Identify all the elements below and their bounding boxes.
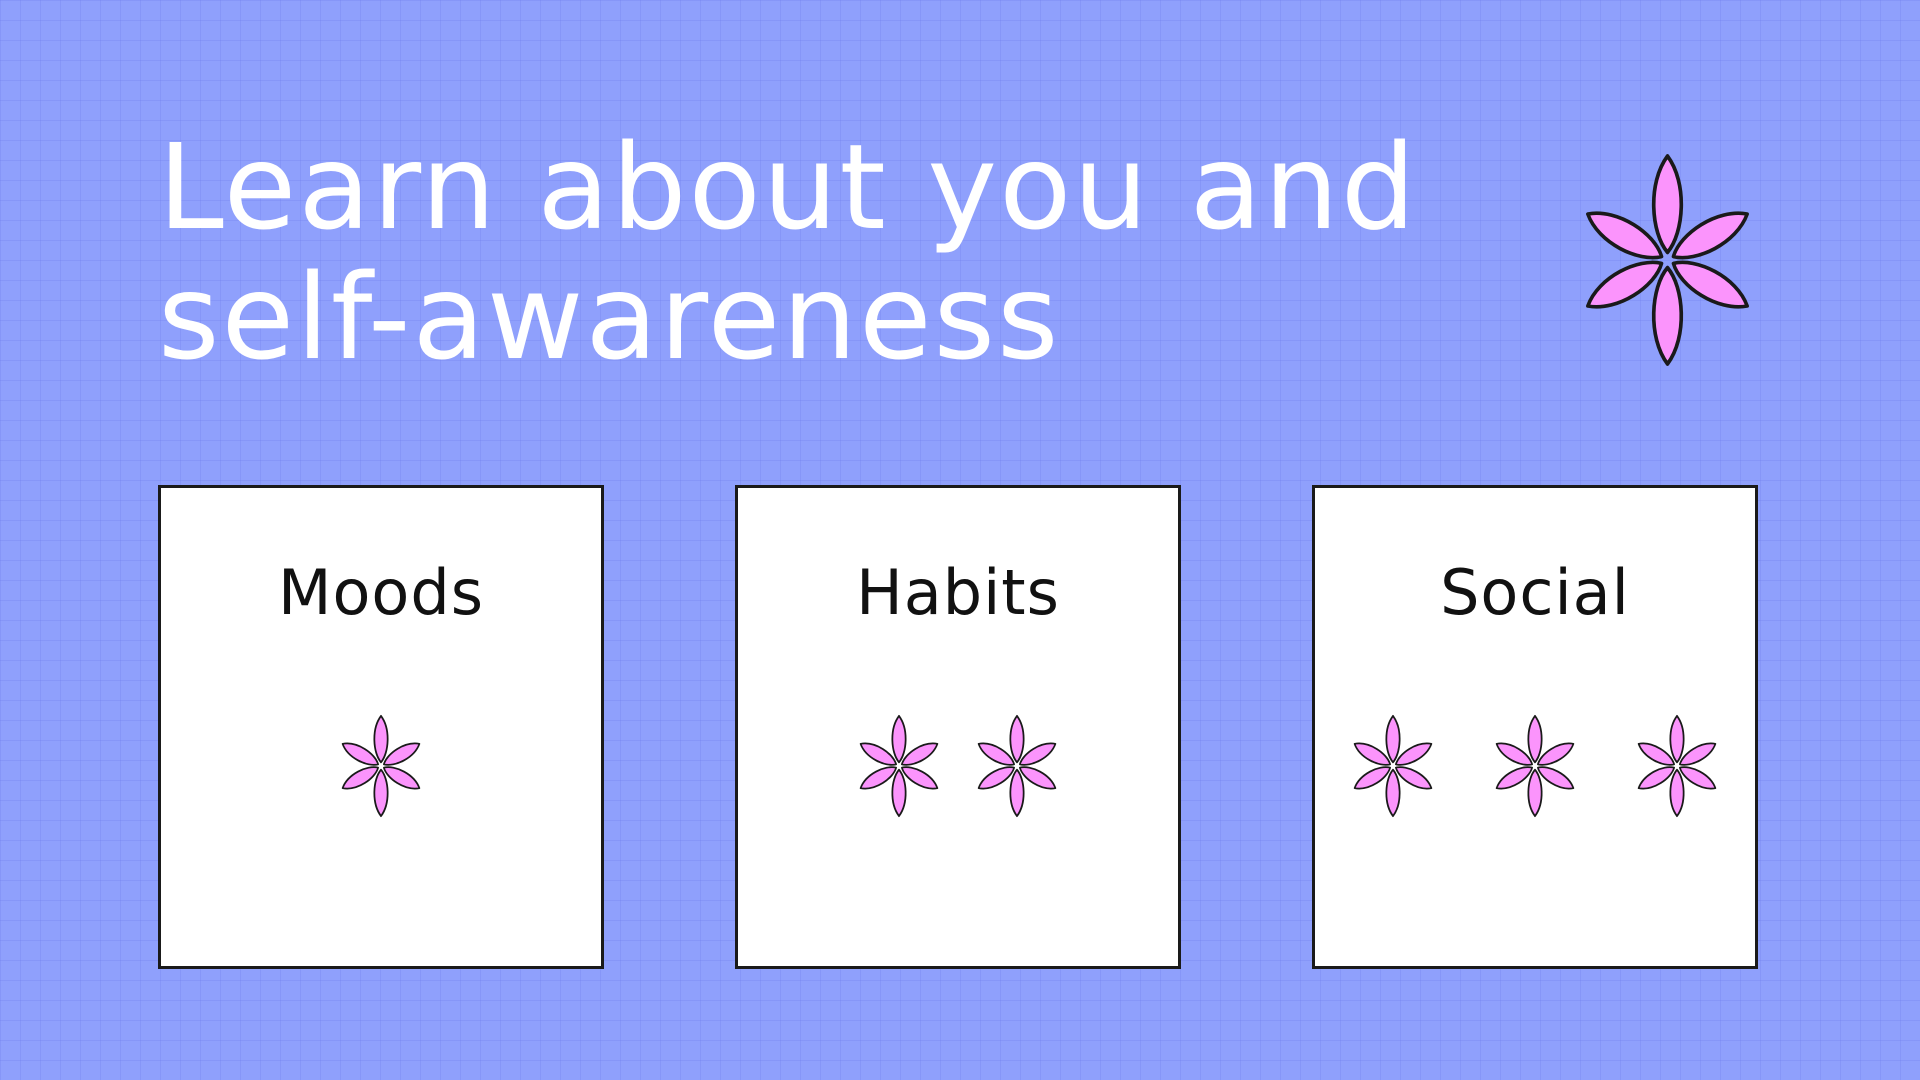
- card-title: Social: [1440, 556, 1630, 629]
- card-flower-row: [161, 713, 601, 819]
- slide-title-line-1: Learn about you and: [158, 118, 1418, 256]
- flower-icon: [1634, 715, 1720, 817]
- card-flower-row: [1315, 713, 1755, 819]
- card-flower-row: [738, 713, 1178, 819]
- flower-icon: [974, 715, 1060, 817]
- card-title: Habits: [856, 556, 1060, 629]
- flower-icon: [1579, 154, 1756, 366]
- flower-icon: [1350, 715, 1436, 817]
- flower-icon: [338, 715, 424, 817]
- flower-icon: [1492, 715, 1578, 817]
- slide-title: Learn about you and self-awareness: [158, 122, 1538, 382]
- card-habits: Habits: [735, 485, 1181, 969]
- card-moods: Moods: [158, 485, 604, 969]
- card-social: Social: [1312, 485, 1758, 969]
- slide-title-line-2: self-awareness: [158, 248, 1061, 386]
- card-title: Moods: [277, 556, 484, 629]
- flower-icon: [856, 715, 942, 817]
